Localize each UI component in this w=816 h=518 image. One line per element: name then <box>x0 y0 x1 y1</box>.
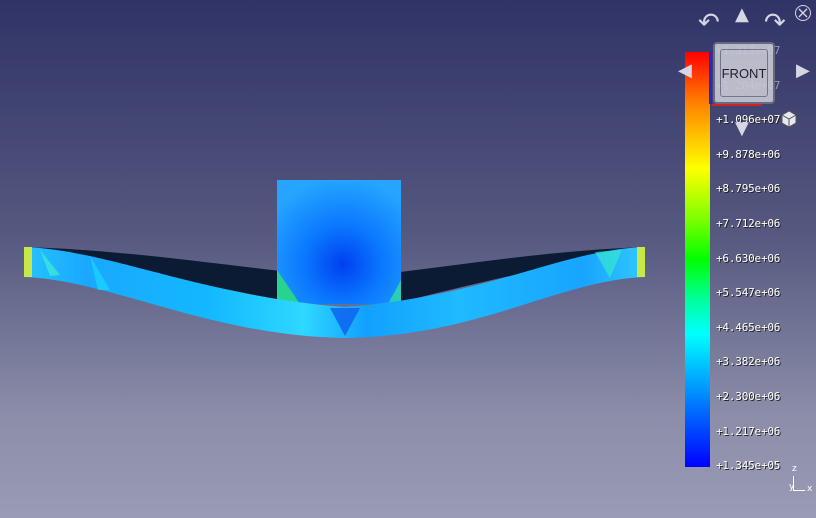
view-menu-icon[interactable] <box>779 108 797 128</box>
color-scale-tick-label: +9.878e+06 <box>716 147 781 161</box>
load-block <box>277 180 401 304</box>
color-scale-tick-label: +4.465e+06 <box>716 320 781 334</box>
rotate-ccw-icon[interactable]: ↶ <box>698 10 720 36</box>
pan-left-icon[interactable]: ◀ <box>678 62 692 80</box>
color-scale-tick-label: +2.300e+06 <box>716 390 781 403</box>
color-scale-tick-label: +5.547e+06 <box>716 286 781 300</box>
axis-z-label: z <box>792 464 797 474</box>
color-scale-tick-label: +7.712e+06 <box>716 217 781 230</box>
axis-x-line <box>793 490 805 491</box>
navcube-front-face[interactable]: FRONT <box>713 42 775 104</box>
beam-end-hotspot-right <box>637 247 645 277</box>
pan-up-icon[interactable]: ▲ <box>735 6 749 24</box>
close-icon[interactable]: × <box>795 5 811 21</box>
color-scale-tick-label: +1.345e+05 <box>716 459 781 473</box>
color-scale-tick-label: +3.382e+06 <box>716 355 781 369</box>
color-scale-bar <box>685 52 710 467</box>
pan-down-icon[interactable]: ▼ <box>735 120 749 138</box>
navcube-face-label: FRONT <box>721 65 767 81</box>
navcube-red-edge <box>712 104 762 106</box>
rotate-cw-icon[interactable]: ↷ <box>764 10 786 36</box>
axis-x-label: x <box>807 484 813 494</box>
navcube-blue-edge <box>709 52 712 104</box>
beam-end-hotspot-left <box>24 247 32 277</box>
axis-triad: z y x <box>786 464 814 498</box>
color-scale-tick-label: +1.217e+06 <box>716 424 781 438</box>
color-scale-tick-label: +6.630e+06 <box>716 251 781 265</box>
pan-right-icon[interactable]: ▶ <box>796 62 810 80</box>
color-scale-tick-label: +8.795e+06 <box>716 182 781 196</box>
